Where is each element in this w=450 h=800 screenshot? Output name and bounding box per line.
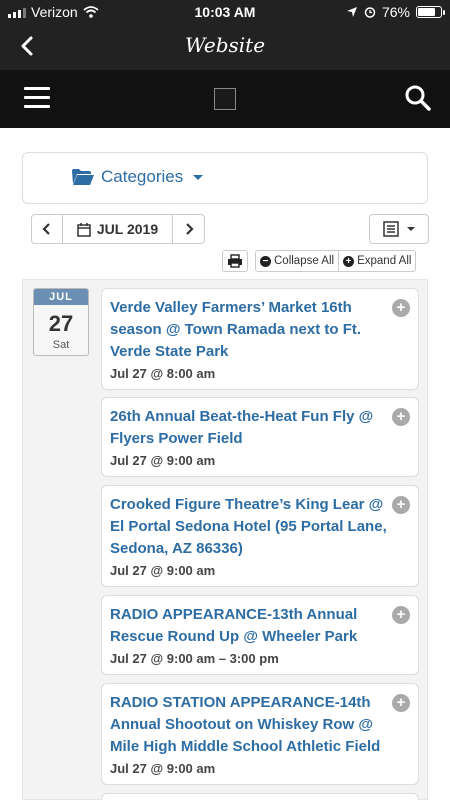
status-bar: Verizon 10:03 AM 76% xyxy=(0,0,450,24)
event-time: Jul 27 @ 9:00 am – 3:00 pm xyxy=(110,651,279,666)
categories-dropdown[interactable]: Categories xyxy=(22,152,428,204)
date-badge: JUL 27 Sat xyxy=(33,288,89,356)
collapse-all-label: Collapse All xyxy=(274,255,335,267)
view-switcher-button[interactable] xyxy=(369,214,429,244)
month-picker-button[interactable]: JUL 2019 xyxy=(63,214,173,244)
month-navigation: JUL 2019 xyxy=(31,214,205,244)
event-title[interactable]: 26th Annual Beat-the-Heat Fun Fly @ Flye… xyxy=(110,406,390,450)
event-time: Jul 27 @ 8:00 am xyxy=(110,366,216,381)
calendar-icon xyxy=(77,222,91,237)
next-month-button[interactable] xyxy=(173,214,205,244)
menu-hamburger-icon[interactable] xyxy=(24,87,50,109)
event-time: Jul 27 @ 9:00 am xyxy=(110,761,216,776)
agenda-list: JUL 27 Sat Verde Valley Farmers’ Market … xyxy=(22,279,428,800)
collapse-all-button[interactable]: − Collapse All xyxy=(255,250,340,272)
plus-circle-icon: + xyxy=(343,255,355,267)
battery-icon xyxy=(416,6,445,18)
print-button[interactable] xyxy=(222,250,248,272)
expand-event-plus-icon[interactable]: + xyxy=(392,496,410,514)
event-card[interactable]: Verde Valley Farmers’ Market 16th season… xyxy=(101,288,419,390)
site-header xyxy=(0,70,450,128)
expand-event-plus-icon[interactable]: + xyxy=(392,606,410,624)
expand-event-plus-icon[interactable]: + xyxy=(392,299,410,317)
event-card-partial[interactable] xyxy=(101,793,419,800)
expand-event-plus-icon[interactable]: + xyxy=(392,408,410,426)
categories-inner: Categories xyxy=(71,167,204,187)
nav-title: Website xyxy=(184,33,266,57)
categories-label: Categories xyxy=(101,167,184,186)
status-right: 76% xyxy=(346,4,445,20)
search-icon[interactable] xyxy=(404,84,432,112)
date-badge-day: 27 xyxy=(48,311,74,336)
alarm-clock-icon xyxy=(364,7,376,18)
expand-all-label: Expand All xyxy=(357,255,412,267)
event-time: Jul 27 @ 9:00 am xyxy=(110,563,216,578)
site-logo[interactable] xyxy=(214,88,236,110)
caret-down-icon xyxy=(407,227,415,231)
location-arrow-icon xyxy=(346,7,357,17)
month-label: JUL 2019 xyxy=(96,221,159,237)
printer-icon xyxy=(228,254,242,268)
agenda-list-icon xyxy=(383,221,399,237)
date-badge-weekday: Sat xyxy=(52,339,70,351)
event-card[interactable]: RADIO STATION APPEARANCE-14th Annual Sho… xyxy=(101,683,419,785)
event-title[interactable]: RADIO STATION APPEARANCE-14th Annual Sho… xyxy=(110,692,390,758)
chevron-right-icon xyxy=(185,223,194,235)
browser-nav-bar: Website xyxy=(0,24,450,70)
event-time: Jul 27 @ 9:00 am xyxy=(110,453,216,468)
date-badge-month: JUL xyxy=(34,289,88,305)
event-card[interactable]: Crooked Figure Theatre’s King Lear @ El … xyxy=(101,485,419,587)
chevron-left-icon xyxy=(42,223,50,235)
battery-percent: 76% xyxy=(381,4,410,20)
expand-event-plus-icon[interactable]: + xyxy=(392,694,410,712)
caret-down-icon xyxy=(193,174,204,180)
prev-month-button[interactable] xyxy=(31,214,63,244)
collapse-expand-group: − Collapse All + Expand All xyxy=(255,250,417,272)
event-card[interactable]: RADIO APPEARANCE-13th Annual Rescue Roun… xyxy=(101,595,419,675)
event-title[interactable]: Verde Valley Farmers’ Market 16th season… xyxy=(110,297,390,363)
event-title[interactable]: RADIO APPEARANCE-13th Annual Rescue Roun… xyxy=(110,604,390,648)
battery-fill xyxy=(418,8,435,16)
expand-all-button[interactable]: + Expand All xyxy=(339,250,417,272)
event-title[interactable]: Crooked Figure Theatre’s King Lear @ El … xyxy=(110,494,390,560)
event-card[interactable]: 26th Annual Beat-the-Heat Fun Fly @ Flye… xyxy=(101,397,419,477)
minus-circle-icon: − xyxy=(260,255,271,267)
main-content: Categories JUL 2019 − Collapse All + Exp… xyxy=(0,128,450,800)
folder-open-icon xyxy=(72,169,94,185)
